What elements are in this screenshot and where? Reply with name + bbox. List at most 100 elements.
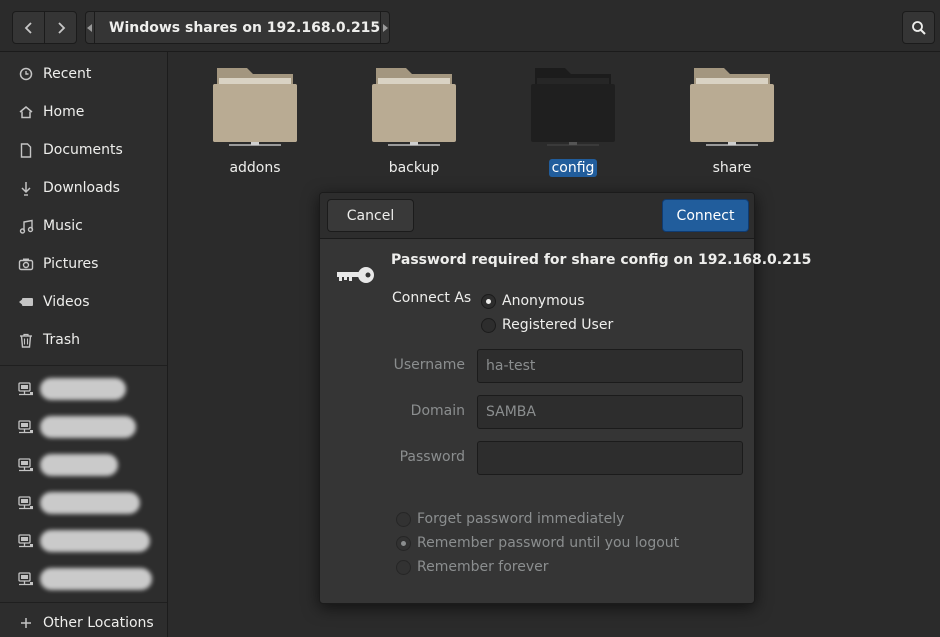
folder-icon (213, 68, 297, 146)
search-button[interactable] (902, 11, 935, 44)
sidebar-item-home[interactable]: Home (0, 93, 167, 131)
sidebar-item-videos[interactable]: Videos (0, 283, 167, 321)
document-icon (18, 142, 34, 158)
sidebar-item-network-share[interactable] (0, 446, 167, 484)
file-name: addons (229, 160, 281, 176)
password-label: Password (399, 449, 465, 465)
domain-field[interactable]: SAMBA (477, 395, 743, 429)
sidebar-item-label: Trash (43, 332, 80, 348)
sidebar-item-network-share[interactable] (0, 370, 167, 408)
password-dialog: Cancel Connect Password required for sha… (319, 192, 811, 604)
camera-icon (18, 256, 34, 272)
chevron-right-icon (57, 21, 65, 34)
sidebar-separator (0, 602, 167, 603)
sidebar-separator (0, 365, 167, 366)
radio-label: Forget password immediately (417, 511, 625, 527)
connect-as-label: Connect As (392, 290, 472, 306)
back-button[interactable] (12, 11, 45, 44)
folder-icon (531, 68, 615, 146)
sidebar-item-recent[interactable]: Recent (0, 55, 167, 93)
header-bar: Windows shares on 192.168.0.215 (0, 0, 940, 52)
sidebar-item-label: Music (43, 218, 83, 234)
sidebar-item-label: Recent (43, 66, 92, 82)
trash-icon (18, 332, 34, 348)
radio-anonymous[interactable]: Anonymous (481, 291, 585, 311)
path-scroll-right-button[interactable] (380, 11, 391, 44)
domain-label: Domain (410, 403, 465, 419)
sidebar-item-network-share[interactable] (0, 560, 167, 598)
sidebar-item-downloads[interactable]: Downloads (0, 169, 167, 207)
cancel-button[interactable]: Cancel (327, 199, 414, 232)
plus-icon (18, 615, 34, 631)
search-icon (911, 20, 926, 35)
download-icon (18, 180, 34, 196)
sidebar-item-label: Videos (43, 294, 90, 310)
radio-button[interactable] (396, 559, 411, 575)
dialog-title: Password required for share config on 19… (391, 252, 812, 268)
sidebar-item-network-share[interactable] (0, 408, 167, 446)
blurred-share-name (40, 530, 150, 552)
radio-button[interactable] (396, 511, 411, 527)
music-icon (18, 218, 34, 234)
sidebar-item-label: Other Locations (43, 615, 154, 631)
sidebar-item-documents[interactable]: Documents (0, 131, 167, 169)
blurred-share-name (40, 454, 118, 476)
blurred-share-name (40, 492, 140, 514)
sidebar-item-other-locations[interactable]: Other Locations (0, 604, 167, 637)
triangle-right-icon (383, 23, 389, 32)
radio-label: Remember password until you logout (417, 535, 680, 551)
network-drive-icon (18, 533, 34, 549)
network-drive-icon (18, 419, 34, 435)
sidebar-item-music[interactable]: Music (0, 207, 167, 245)
sidebar-item-network-share[interactable] (0, 522, 167, 560)
sidebar-item-network-share[interactable] (0, 484, 167, 522)
radio-label: Remember forever (417, 559, 549, 575)
file-name: share (712, 160, 752, 176)
folder-item-addons[interactable]: addons (195, 52, 315, 182)
file-name: backup (388, 160, 440, 176)
network-drive-icon (18, 495, 34, 511)
key-icon (337, 267, 374, 283)
sidebar-item-label: Downloads (43, 180, 120, 196)
sidebar-item-pictures[interactable]: Pictures (0, 245, 167, 283)
sidebar-item-label: Pictures (43, 256, 99, 272)
folder-icon (372, 68, 456, 146)
blurred-share-name (40, 568, 152, 590)
radio-label: Registered User (502, 317, 614, 333)
password-field[interactable] (477, 441, 743, 475)
radio-remember-until-logout[interactable]: Remember password until you logout (396, 533, 679, 553)
radio-remember-forever[interactable]: Remember forever (396, 557, 549, 577)
folder-icon (690, 68, 774, 146)
path-scroll-left-button[interactable] (85, 11, 95, 44)
network-drive-icon (18, 571, 34, 587)
sidebar: Recent Home Documents Downloads Music Pi… (0, 52, 168, 637)
path-bar: Windows shares on 192.168.0.215 (85, 11, 391, 44)
folder-item-share[interactable]: share (672, 52, 792, 182)
blurred-share-name (40, 378, 126, 400)
radio-button[interactable] (481, 317, 496, 333)
dialog-header: Cancel Connect (320, 193, 754, 239)
forward-button[interactable] (44, 11, 77, 44)
username-label: Username (393, 357, 465, 373)
username-field[interactable]: ha-test (477, 349, 743, 383)
network-drive-icon (18, 381, 34, 397)
sidebar-item-trash[interactable]: Trash (0, 321, 167, 359)
folder-item-backup[interactable]: backup (354, 52, 474, 182)
connect-button[interactable]: Connect (662, 199, 749, 232)
radio-forget-password[interactable]: Forget password immediately (396, 509, 624, 529)
folder-item-config[interactable]: config (513, 52, 633, 182)
clock-icon (18, 66, 34, 82)
chevron-left-icon (24, 21, 32, 34)
radio-button[interactable] (481, 293, 496, 309)
triangle-left-icon (87, 23, 92, 32)
video-icon (18, 294, 34, 310)
network-drive-icon (18, 457, 34, 473)
home-icon (18, 104, 34, 120)
sidebar-item-label: Documents (43, 142, 123, 158)
blurred-share-name (40, 416, 136, 438)
file-name: config (513, 159, 633, 177)
radio-registered-user[interactable]: Registered User (481, 315, 613, 335)
path-current-location[interactable]: Windows shares on 192.168.0.215 (95, 11, 381, 44)
radio-button[interactable] (396, 535, 411, 551)
sidebar-item-label: Home (43, 104, 85, 120)
